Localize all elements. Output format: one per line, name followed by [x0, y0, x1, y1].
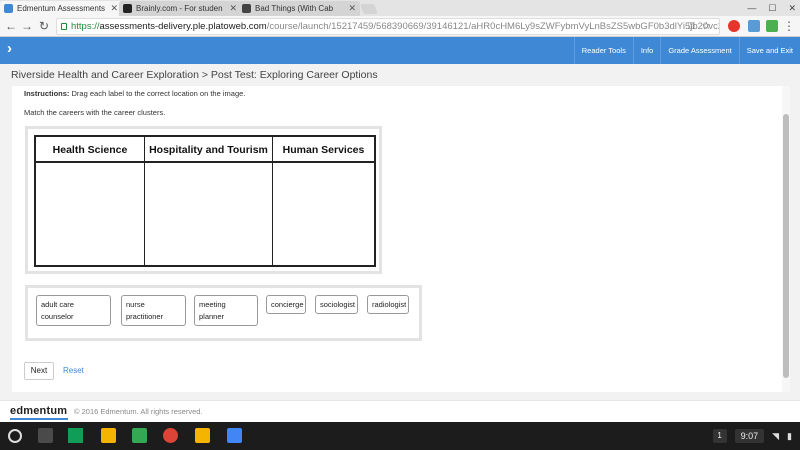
plato-header: › Reader Tools Info Grade Assessment Sav…: [0, 37, 800, 64]
browser-tab-song[interactable]: Bad Things (With Cab ✕: [238, 1, 360, 16]
back-arrow-icon[interactable]: ←: [4, 18, 18, 34]
clock[interactable]: 9:07: [734, 429, 765, 443]
grade-assessment-button[interactable]: Grade Assessment: [660, 37, 738, 64]
question-card: Instructions: Drag each label to the cor…: [12, 86, 790, 392]
scrollbar-thumb[interactable]: [783, 114, 789, 378]
tab-title: Brainly.com - For studen: [136, 4, 223, 13]
google-drive-icon[interactable]: [68, 428, 83, 443]
next-button[interactable]: Next: [24, 362, 54, 380]
label-bank: adult care counselor nurse practitioner …: [25, 285, 422, 341]
label-line: counselor: [41, 312, 74, 321]
key-icon[interactable]: ⚿: [688, 19, 695, 34]
os-shelf: 1 9:07 ◥ ▮: [0, 422, 800, 450]
browser-tab-brainly[interactable]: Brainly.com - For studen ✕: [119, 1, 241, 16]
scrollbar[interactable]: [782, 86, 790, 392]
label-line: nurse: [126, 300, 145, 309]
label-line: practitioner: [126, 312, 164, 321]
minimize-icon[interactable]: —: [747, 3, 756, 13]
app-grid-icon[interactable]: [38, 428, 53, 443]
tab-title: Bad Things (With Cab: [255, 4, 334, 13]
close-tab-icon[interactable]: ✕: [110, 1, 118, 16]
browser-tab-strip: Edmentum Assessments ✕ Brainly.com - For…: [0, 0, 800, 16]
career-cluster-table: Health Science Hospitality and Tourism H…: [34, 135, 376, 267]
lock-icon: [61, 23, 67, 30]
drag-label-sociologist[interactable]: sociologist: [315, 295, 358, 314]
instructions-label: Instructions:: [24, 89, 70, 98]
site-favicon-icon: [242, 4, 251, 13]
drop-zone-hospitality-tourism[interactable]: Hospitality and Tourism: [145, 137, 273, 265]
label-line: adult care: [41, 300, 74, 309]
opera-extension-icon[interactable]: [728, 20, 740, 32]
address-bar[interactable]: https://assessments-delivery.ple.platowe…: [56, 18, 720, 35]
page-footer: edmentum © 2016 Edmentum. All rights res…: [0, 400, 800, 422]
url-scheme: https://: [71, 21, 100, 32]
browser-menu-icon[interactable]: ⋮: [782, 18, 796, 34]
google-sheets-icon[interactable]: [132, 428, 147, 443]
logo-underline: [10, 418, 68, 420]
edmentum-favicon-icon: [4, 4, 13, 13]
label-line: concierge: [271, 300, 304, 309]
close-tab-icon[interactable]: ✕: [229, 1, 237, 16]
notification-badge[interactable]: 1: [712, 429, 727, 443]
chevron-right-icon[interactable]: ›: [7, 40, 12, 57]
label-line: meeting: [199, 300, 226, 309]
column-header: Hospitality and Tourism: [145, 137, 272, 163]
shield-extension-icon[interactable]: [748, 20, 760, 32]
question-prompt: Match the careers with the career cluste…: [24, 108, 166, 117]
maximize-icon[interactable]: ☐: [768, 3, 776, 14]
copyright-text: © 2016 Edmentum. All rights reserved.: [74, 407, 203, 416]
wifi-icon: ◥: [772, 430, 780, 441]
drag-label-radiologist[interactable]: radiologist: [367, 295, 409, 314]
reload-icon[interactable]: ↻: [37, 18, 51, 34]
close-tab-icon[interactable]: ✕: [348, 1, 356, 16]
label-line: planner: [199, 312, 225, 321]
header-menu: Reader Tools Info Grade Assessment Save …: [573, 37, 800, 64]
new-tab-button[interactable]: [360, 4, 378, 14]
drag-label-concierge[interactable]: concierge: [266, 295, 306, 314]
launcher-icon[interactable]: [8, 429, 22, 443]
drag-label-nurse-practitioner[interactable]: nurse practitioner: [121, 295, 186, 326]
url-host: assessments-delivery.ple.platoweb.com: [99, 21, 267, 32]
instructions-text: Drag each label to the correct location …: [71, 89, 246, 98]
forward-arrow-icon[interactable]: →: [20, 18, 34, 34]
drag-label-adult-care-counselor[interactable]: adult care counselor: [36, 295, 111, 326]
drop-image-area: Health Science Hospitality and Tourism H…: [25, 126, 382, 274]
drive-extension-icon[interactable]: [766, 20, 778, 32]
url-path: /course/launch/15217459/568390669/391461…: [266, 21, 719, 32]
close-window-icon[interactable]: ✕: [788, 3, 796, 14]
instructions: Instructions: Drag each label to the cor…: [24, 89, 245, 98]
google-keep-icon[interactable]: [195, 428, 210, 443]
label-line: sociologist: [320, 300, 356, 309]
chrome-icon[interactable]: [163, 428, 178, 443]
drop-zone-health-science[interactable]: Health Science: [36, 137, 145, 265]
reader-tools-button[interactable]: Reader Tools: [573, 37, 633, 64]
drop-zone-human-services[interactable]: Human Services: [273, 137, 374, 265]
tab-title: Edmentum Assessments: [17, 4, 106, 13]
window-controls: — ☐ ✕: [747, 0, 796, 16]
bookmark-star-icon[interactable]: ☆: [702, 19, 711, 34]
google-docs-icon[interactable]: [227, 428, 242, 443]
browser-toolbar: ← → ↻ https://assessments-delivery.ple.p…: [0, 16, 800, 37]
save-and-exit-button[interactable]: Save and Exit: [738, 37, 800, 64]
info-button[interactable]: Info: [632, 37, 661, 64]
label-line: radiologist: [372, 300, 407, 309]
browser-tab-edmentum[interactable]: Edmentum Assessments ✕: [0, 1, 122, 16]
column-header: Health Science: [36, 137, 144, 163]
breadcrumb: Riverside Health and Career Exploration …: [11, 69, 378, 81]
battery-icon: ▮: [787, 430, 792, 441]
status-tray[interactable]: 1 9:07 ◥ ▮: [712, 425, 800, 447]
column-header: Human Services: [273, 137, 374, 163]
drag-label-meeting-planner[interactable]: meeting planner: [194, 295, 258, 326]
brainly-favicon-icon: [123, 4, 132, 13]
edmentum-logo: edmentum: [10, 405, 68, 417]
reset-link[interactable]: Reset: [63, 366, 84, 375]
google-classroom-icon[interactable]: [101, 428, 116, 443]
